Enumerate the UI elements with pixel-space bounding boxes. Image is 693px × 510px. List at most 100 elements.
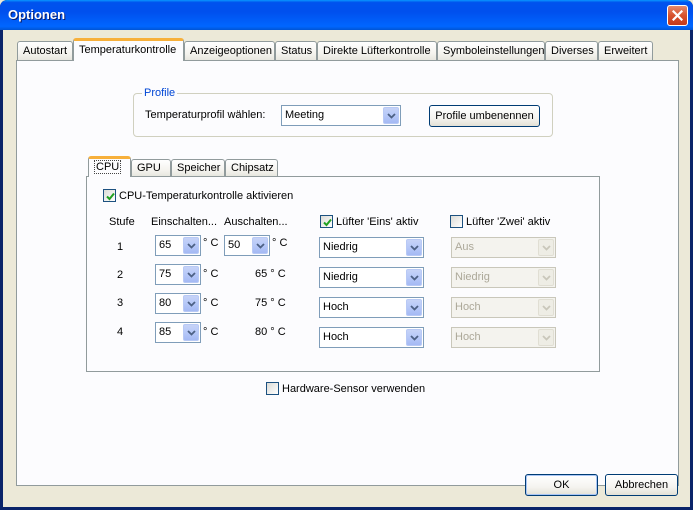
- off-temp-value: 50: [228, 239, 241, 251]
- off-temp-value-4: 80 ° C: [255, 326, 286, 338]
- fan2-level-select-1: Aus: [451, 237, 556, 258]
- chevron-down-icon[interactable]: [383, 107, 399, 124]
- fan2-level-value: Aus: [455, 241, 474, 253]
- chevron-down-icon[interactable]: [406, 239, 422, 256]
- profile-select-value: Meeting: [285, 109, 325, 121]
- chevron-down-icon: [538, 269, 554, 286]
- tab-status[interactable]: Status: [275, 41, 317, 61]
- ok-button[interactable]: OK: [525, 474, 598, 496]
- dialog-client-area: Autostart Temperaturkontrolle Anzeigeopt…: [3, 30, 690, 507]
- title-bar[interactable]: Optionen: [0, 0, 693, 30]
- unit-celsius: ° C: [203, 326, 219, 338]
- chevron-down-icon[interactable]: [406, 299, 422, 316]
- on-temp-select-1[interactable]: 65: [155, 235, 201, 256]
- unit-celsius: ° C: [272, 237, 288, 249]
- chevron-down-icon[interactable]: [406, 269, 422, 286]
- stufe-2: 2: [117, 269, 124, 281]
- off-temp-select-1[interactable]: 50: [224, 235, 270, 256]
- tab-gpu[interactable]: GPU: [131, 159, 171, 177]
- tab-symboleinstellungen[interactable]: Symboleinstellungen: [437, 41, 545, 61]
- tab-label: CPU: [94, 160, 122, 174]
- tab-label: Chipsatz: [231, 162, 274, 174]
- tab-chipsatz[interactable]: Chipsatz: [225, 159, 278, 177]
- chevron-down-icon[interactable]: [252, 237, 268, 254]
- tab-speicher[interactable]: Speicher: [171, 159, 225, 177]
- profile-select-label: Temperaturprofil wählen:: [145, 109, 266, 121]
- on-temp-value: 65: [159, 239, 172, 251]
- rename-profile-button[interactable]: Profile umbenennen: [429, 105, 540, 127]
- off-temp-value-2: 65 ° C: [255, 268, 286, 280]
- tab-label: Symboleinstellungen: [443, 45, 545, 57]
- on-temp-select-3[interactable]: 80: [155, 293, 201, 314]
- tab-label: Diverses: [551, 45, 594, 57]
- chevron-down-icon[interactable]: [183, 266, 199, 283]
- fan2-level-select-4: Hoch: [451, 327, 556, 348]
- tab-cpu[interactable]: CPU: [88, 156, 131, 177]
- on-temp-value: 80: [159, 297, 172, 309]
- fan2-label: Lüfter 'Zwei' aktiv: [466, 216, 551, 228]
- chevron-down-icon: [538, 329, 554, 346]
- unit-celsius: ° C: [203, 237, 219, 249]
- tab-label: GPU: [137, 162, 161, 174]
- profile-select[interactable]: Meeting: [281, 105, 401, 126]
- fan1-level-select-3[interactable]: Hoch: [319, 297, 424, 318]
- close-button[interactable]: [667, 5, 688, 26]
- stufe-1: 1: [117, 241, 124, 253]
- header-ausschalten: Auschalten...: [224, 216, 288, 228]
- fan2-level-value: Hoch: [455, 331, 481, 343]
- stufe-3: 3: [117, 297, 124, 309]
- on-temp-value: 85: [159, 326, 172, 338]
- fan2-checkbox[interactable]: [450, 215, 463, 228]
- on-temp-select-2[interactable]: 75: [155, 264, 201, 285]
- fan1-level-select-2[interactable]: Niedrig: [319, 267, 424, 288]
- close-icon: [672, 10, 683, 21]
- stufe-4: 4: [117, 326, 124, 338]
- tab-label: Erweitert: [604, 45, 648, 57]
- cancel-button[interactable]: Abbrechen: [605, 474, 678, 496]
- fan1-level-value: Hoch: [323, 301, 349, 313]
- fan2-level-select-3: Hoch: [451, 297, 556, 318]
- header-einschalten: Einschalten...: [151, 216, 218, 228]
- fan1-level-value: Hoch: [323, 331, 349, 343]
- fan1-checkbox[interactable]: [320, 215, 333, 228]
- chevron-down-icon: [538, 299, 554, 316]
- fan2-level-select-2: Niedrig: [451, 267, 556, 288]
- tab-label: Status: [281, 45, 313, 57]
- window-title: Optionen: [8, 7, 66, 22]
- cpu-enable-label: CPU-Temperaturkontrolle aktivieren: [119, 190, 294, 202]
- chevron-down-icon[interactable]: [406, 329, 422, 346]
- tab-label: Anzeigeoptionen: [190, 45, 272, 57]
- tab-anzeigeoptionen[interactable]: Anzeigeoptionen: [184, 41, 275, 61]
- profile-group-label: Profile: [142, 87, 178, 99]
- chevron-down-icon[interactable]: [183, 295, 199, 312]
- tab-temperaturkontrolle[interactable]: Temperaturkontrolle: [73, 38, 184, 61]
- hardware-sensor-checkbox[interactable]: [266, 382, 279, 395]
- tab-label: Direkte Lüfterkontrolle: [323, 45, 431, 57]
- tab-label: Speicher: [177, 162, 221, 174]
- header-stufe: Stufe: [109, 216, 135, 228]
- fan2-level-value: Niedrig: [455, 271, 490, 283]
- off-temp-value-3: 75 ° C: [255, 297, 286, 309]
- tab-diverses[interactable]: Diverses: [545, 41, 598, 61]
- cpu-enable-checkbox[interactable]: [103, 189, 116, 202]
- fan1-level-select-4[interactable]: Hoch: [319, 327, 424, 348]
- options-window: Optionen Autostart Temperaturkontrolle A…: [0, 0, 693, 510]
- fan1-label: Lüfter 'Eins' aktiv: [336, 216, 419, 228]
- fan1-level-value: Niedrig: [323, 241, 358, 253]
- tab-direkte-luefterkontrolle[interactable]: Direkte Lüfterkontrolle: [317, 41, 437, 61]
- checkmark-icon: [323, 218, 332, 227]
- tab-label: Temperaturkontrolle: [79, 44, 177, 56]
- unit-celsius: ° C: [203, 268, 219, 280]
- on-temp-select-4[interactable]: 85: [155, 322, 201, 343]
- tab-autostart[interactable]: Autostart: [17, 41, 73, 61]
- fan1-level-value: Niedrig: [323, 271, 358, 283]
- chevron-down-icon: [538, 239, 554, 256]
- fan2-level-value: Hoch: [455, 301, 481, 313]
- fan1-level-select-1[interactable]: Niedrig: [319, 237, 424, 258]
- checkmark-icon: [106, 192, 115, 201]
- chevron-down-icon[interactable]: [183, 324, 199, 341]
- chevron-down-icon[interactable]: [183, 237, 199, 254]
- tab-label: Autostart: [23, 45, 68, 57]
- on-temp-value: 75: [159, 268, 172, 280]
- tab-erweitert[interactable]: Erweitert: [598, 41, 653, 61]
